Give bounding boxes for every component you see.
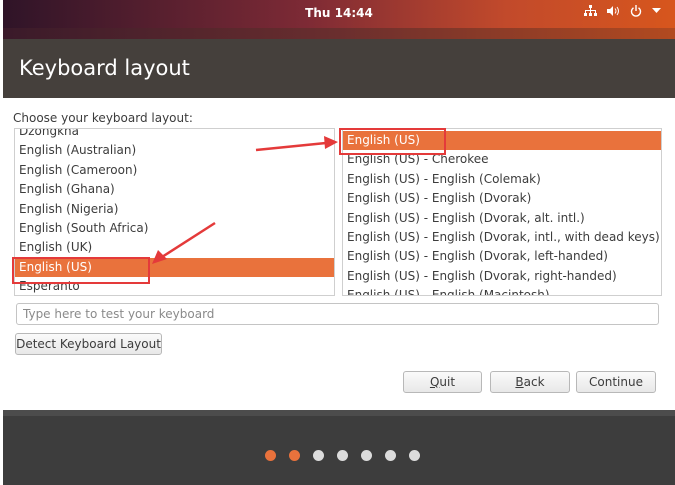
progress-dot: [408, 450, 420, 461]
back-button[interactable]: Back: [490, 371, 570, 393]
detect-keyboard-layout-button[interactable]: Detect Keyboard Layout: [15, 333, 162, 355]
continue-button[interactable]: Continue: [576, 371, 656, 393]
volume-icon[interactable]: [607, 5, 620, 17]
layout-list-item[interactable]: English (Australian): [15, 141, 334, 160]
variant-list-item[interactable]: English (US) - English (Colemak): [343, 170, 661, 189]
clock[interactable]: Thu 14:44: [3, 6, 675, 20]
desktop-strip: [3, 28, 675, 39]
variant-list-item[interactable]: English (US) - English (Dvorak, right-ha…: [343, 267, 661, 286]
quit-button[interactable]: Quit: [403, 371, 482, 393]
layout-list-item[interactable]: Dzongkha: [15, 129, 334, 141]
layout-list-item[interactable]: English (South Africa): [15, 219, 334, 238]
layout-list-item[interactable]: English (UK): [15, 238, 334, 257]
network-icon[interactable]: [584, 5, 597, 17]
footer-divider: [3, 410, 675, 416]
keyboard-test-input[interactable]: [16, 303, 659, 325]
system-tray[interactable]: [584, 5, 661, 17]
footer: [3, 410, 675, 485]
progress-dot: [288, 450, 300, 461]
power-icon[interactable]: [630, 5, 642, 17]
chevron-down-icon[interactable]: [652, 8, 661, 14]
back-label: Back: [515, 375, 545, 389]
variant-list-item[interactable]: English (US) - English (Macintosh): [343, 286, 661, 295]
progress-dot: [360, 450, 372, 461]
annotation-box-variant: [339, 128, 446, 155]
choose-layout-label: Choose your keyboard layout:: [13, 111, 193, 125]
layout-list-item[interactable]: English (Nigeria): [15, 200, 334, 219]
variant-list-item[interactable]: English (US) - English (Dvorak, left-han…: [343, 247, 661, 266]
window-header: Keyboard layout: [3, 39, 675, 98]
progress-dot: [336, 450, 348, 461]
variant-list-item[interactable]: English (US) - English (Dvorak, intl., w…: [343, 228, 661, 247]
variant-list-item[interactable]: English (US) - English (Dvorak): [343, 189, 661, 208]
progress-dot: [312, 450, 324, 461]
layout-list-item[interactable]: English (Ghana): [15, 180, 334, 199]
progress-dot: [384, 450, 396, 461]
progress-dots: [3, 450, 675, 461]
top-panel: Thu 14:44: [3, 0, 675, 28]
progress-dot: [264, 450, 276, 461]
layout-list-item[interactable]: English (Cameroon): [15, 161, 334, 180]
quit-label: Quit: [429, 375, 456, 389]
annotation-box-layout: [12, 257, 150, 284]
variant-list-item[interactable]: English (US) - English (Dvorak, alt. int…: [343, 209, 661, 228]
page-title: Keyboard layout: [19, 56, 190, 80]
